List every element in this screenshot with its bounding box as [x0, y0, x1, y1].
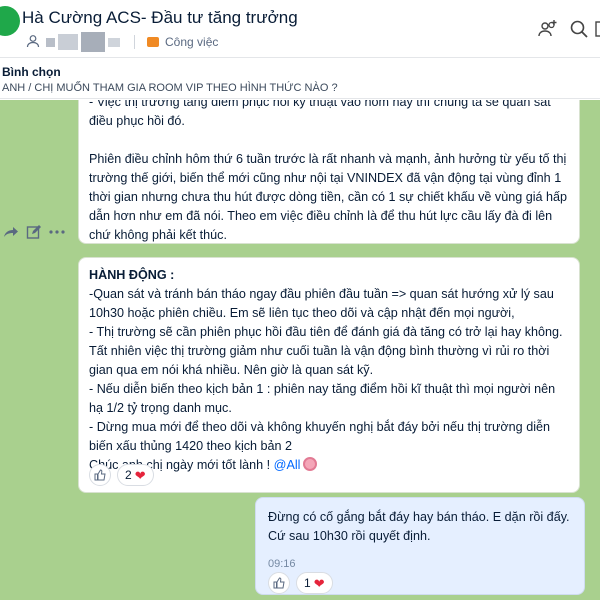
group-title[interactable]: Hà Cường ACS- Đầu tư tăng trưởng — [22, 8, 298, 28]
meta-divider — [134, 35, 135, 49]
message-closing: Chúc anh chị ngày mới tốt lành ! @All — [89, 456, 569, 475]
like-icon[interactable] — [268, 572, 290, 594]
blurred-member-count — [46, 37, 55, 47]
heart-icon: ❤ — [313, 575, 325, 591]
message-line: 10h30 hoặc phiên chiều. Em sẽ liên tục t… — [89, 306, 515, 320]
share-icon[interactable] — [2, 223, 20, 241]
group-avatar[interactable] — [0, 6, 20, 36]
blurred-member-count — [108, 37, 120, 47]
message-line: -Quan sát và tránh bán tháo ngay đầu phi… — [89, 287, 554, 301]
message-heading: HÀNH ĐỘNG : — [89, 268, 175, 282]
group-meta: Công việc — [26, 32, 218, 52]
message-bubble[interactable]: HÀNH ĐỘNG : -Quan sát và tránh bán tháo … — [78, 257, 580, 493]
message-line: thời gian nhưng chưa thu hút được dòng t… — [89, 190, 568, 204]
message-line: - Nếu diễn biến theo kịch bản 1 : phiên … — [89, 382, 556, 396]
message-line: - Việc thị trường tăng điểm phục hồi kỹ … — [89, 100, 551, 109]
message-actions — [0, 221, 70, 243]
message-line: hạ 1/2 tỷ trọng danh mục. — [89, 401, 232, 415]
category-label[interactable]: Công việc — [165, 35, 218, 49]
message-line: Phiên điều chỉnh hôm thứ 6 tuần trước là… — [89, 152, 567, 166]
message-line: - Thị trường sẽ cần phiên phục hồi đầu t… — [89, 325, 563, 339]
reaction-count[interactable]: 1 ❤ — [296, 572, 333, 594]
reaction-count[interactable]: 2 ❤ — [117, 464, 154, 486]
search-icon[interactable] — [568, 18, 590, 40]
edit-icon[interactable] — [25, 223, 43, 241]
message-line: Đừng có cố gắng bắt đáy hay bán tháo. E … — [268, 510, 570, 524]
poll-label: Bình chọn — [2, 65, 61, 79]
chat-header: Hà Cường ACS- Đầu tư tăng trưởng Công vi… — [0, 0, 600, 58]
blurred-member-count — [58, 34, 78, 50]
reaction-count-value: 1 — [304, 575, 311, 590]
message-line: - Dừng mua mới để theo dõi và không khuy… — [89, 420, 551, 434]
message-line: dẫn hơn như em đã nói. Theo em việc điều… — [89, 209, 553, 223]
more-options-icon[interactable] — [48, 223, 66, 241]
message-line: Cứ sau 10h30 rồi quyết định. — [268, 529, 431, 543]
add-member-icon[interactable] — [537, 18, 559, 40]
reaction-count-value: 2 — [125, 467, 132, 482]
tag-icon — [147, 37, 159, 47]
message-bubble[interactable]: - Việc thị trường tăng điểm phục hồi kỹ … — [78, 100, 580, 244]
sidebar-icon[interactable] — [594, 18, 600, 40]
message-line: Tất nhiên việc thị trường giảm như cuối … — [89, 344, 550, 358]
person-icon[interactable] — [26, 34, 40, 51]
message-line: điều phục hồi đó. — [89, 114, 185, 128]
heart-icon: ❤ — [134, 467, 146, 483]
blurred-member-count — [81, 32, 105, 52]
like-icon[interactable] — [89, 464, 111, 486]
flower-emoji-icon — [303, 457, 318, 471]
pinned-poll[interactable]: Bình chọn ANH / CHỊ MUỐN THAM GIA ROOM V… — [0, 59, 600, 99]
message-line: chứ không phải kết thúc. — [89, 228, 227, 242]
reaction-row: 2 ❤ — [89, 464, 154, 486]
mention-all[interactable]: @All — [274, 458, 301, 472]
message-line: gian qua em nói khá nhiều. Nên giờ là qu… — [89, 363, 374, 377]
message-line: trường thế giới, biến thể mới cũng như n… — [89, 171, 562, 185]
reaction-row: 1 ❤ — [268, 572, 333, 594]
poll-question: ANH / CHỊ MUỐN THAM GIA ROOM VIP THEO HÌ… — [2, 82, 338, 94]
message-line: biến xấu thủng 1420 theo kịch bản 2 — [89, 439, 293, 453]
own-message-bubble[interactable]: Đừng có cố gắng bắt đáy hay bán tháo. E … — [255, 497, 585, 595]
chat-area: - Việc thị trường tăng điểm phục hồi kỹ … — [0, 100, 600, 600]
